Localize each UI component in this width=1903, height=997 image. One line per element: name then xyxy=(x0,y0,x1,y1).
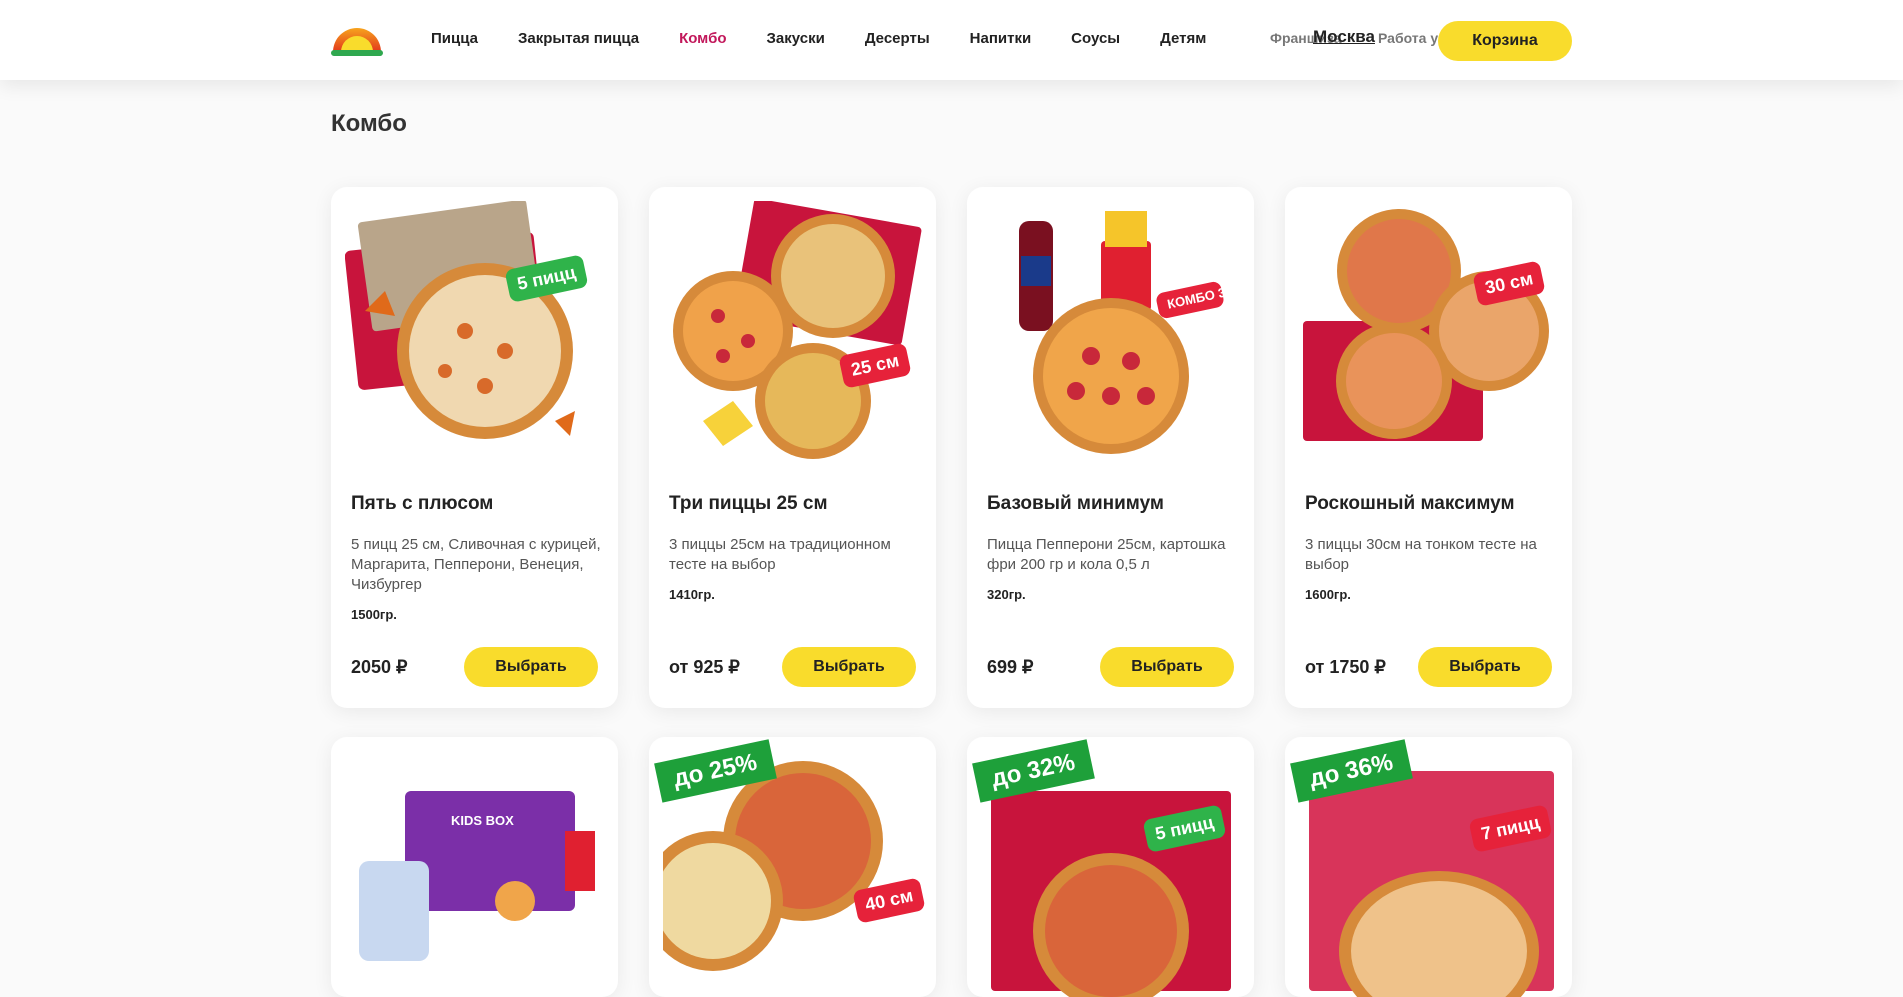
product-weight: 1600гр. xyxy=(1305,587,1351,602)
page-title: Комбо xyxy=(331,110,407,137)
nav-pizza[interactable]: Пицца xyxy=(431,30,478,47)
header-links: Франшиза Москва Работа у xyxy=(1270,27,1438,46)
nav-desserts[interactable]: Десерты xyxy=(865,30,930,47)
combo-meal-image xyxy=(1019,211,1189,454)
choose-button[interactable]: Выбрать xyxy=(782,647,916,687)
kids-box-image xyxy=(359,791,595,961)
product-price: от 925 ₽ xyxy=(669,657,740,677)
main-nav: Пицца Закрытая пицца Комбо Закуски Десер… xyxy=(431,30,1246,47)
product-card[interactable]: КОМБО 3 В 1 Базовый минимум Пицца Пеппер… xyxy=(967,187,1254,708)
choose-button[interactable]: Выбрать xyxy=(464,647,598,687)
product-name: Роскошный максимум xyxy=(1305,493,1515,514)
product-price: 2050 ₽ xyxy=(351,657,408,677)
site-header: Пицца Закрытая пицца Комбо Закуски Десер… xyxy=(0,0,1903,80)
nav-closed-pizza[interactable]: Закрытая пицца xyxy=(518,30,639,47)
city-selector[interactable]: Москва xyxy=(1313,27,1375,47)
product-card[interactable]: 30 см Роскошный максимум 3 пиццы 30см на… xyxy=(1285,187,1572,708)
nav-snacks[interactable]: Закуски xyxy=(767,30,825,47)
three-pizzas-image xyxy=(673,201,922,459)
product-weight: 1410гр. xyxy=(669,587,715,602)
cart-button[interactable]: Корзина xyxy=(1438,21,1572,61)
nav-drinks[interactable]: Напитки xyxy=(970,30,1032,47)
product-description: Пицца Пепперони 25см, картошка фри 200 г… xyxy=(987,535,1237,605)
nav-kids[interactable]: Детям xyxy=(1160,30,1206,47)
jobs-link[interactable]: Работа у xyxy=(1378,30,1438,46)
product-description: 3 пиццы 25см на традиционном тесте на вы… xyxy=(669,535,919,605)
product-weight: 1500гр. xyxy=(351,607,397,622)
three-large-pizzas-image xyxy=(1303,209,1549,441)
product-name: Пять с плюсом xyxy=(351,493,494,514)
product-card[interactable]: до 32% 5 пицц xyxy=(967,737,1254,997)
nav-combo[interactable]: Комбо xyxy=(679,30,726,47)
nav-sauces[interactable]: Соусы xyxy=(1071,30,1120,47)
product-name: Базовый минимум xyxy=(987,493,1164,514)
choose-button[interactable]: Выбрать xyxy=(1100,647,1234,687)
product-name: Три пиццы 25 см xyxy=(669,493,828,514)
product-card[interactable]: до 36% 7 пицц xyxy=(1285,737,1572,997)
pizza-stack-image xyxy=(345,201,575,439)
product-card[interactable]: KIDS BOX xyxy=(331,737,618,997)
logo-sun-icon[interactable] xyxy=(331,18,383,58)
description-text: Пицца Пепперони 25см, картошка фри 200 г… xyxy=(987,536,1226,573)
product-price: 699 ₽ xyxy=(987,657,1034,677)
choose-button[interactable]: Выбрать xyxy=(1418,647,1552,687)
product-description: 5 пицц 25 см, Сливочная с курицей, Марга… xyxy=(351,535,601,625)
product-card[interactable]: 5 пицц Пять с плюсом 5 пицц 25 см, Сливо… xyxy=(331,187,618,708)
description-text: 3 пиццы 25см на традиционном тесте на вы… xyxy=(669,536,891,573)
description-text: 5 пицц 25 см, Сливочная с курицей, Марга… xyxy=(351,536,601,593)
kids-box-label: KIDS BOX xyxy=(451,813,514,828)
product-card[interactable]: 25 см Три пиццы 25 см 3 пиццы 25см на тр… xyxy=(649,187,936,708)
product-description: 3 пиццы 30см на тонком тесте на выбор 16… xyxy=(1305,535,1555,605)
product-price: от 1750 ₽ xyxy=(1305,657,1386,677)
product-card[interactable]: до 25% 40 см xyxy=(649,737,936,997)
product-weight: 320гр. xyxy=(987,587,1026,602)
description-text: 3 пиццы 30см на тонком тесте на выбор xyxy=(1305,536,1537,573)
